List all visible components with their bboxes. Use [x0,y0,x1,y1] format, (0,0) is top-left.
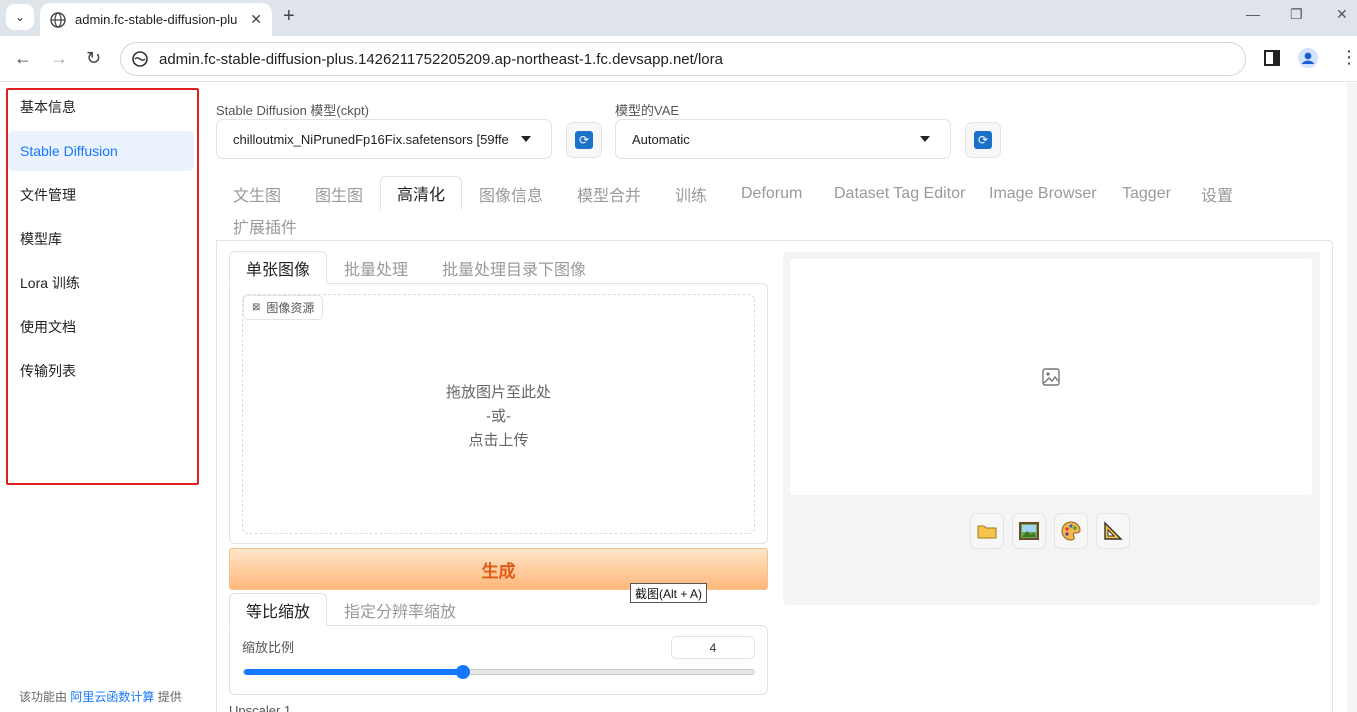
left-sidebar: 基本信息 Stable Diffusion 文件管理 模型库 Lora 训练 使… [0,83,204,712]
output-image [790,259,1312,495]
tab-tagger[interactable]: Tagger [1122,177,1171,210]
vae-label: 模型的VAE [615,103,680,118]
tab-txt2img[interactable]: 文生图 [233,177,281,210]
close-window-icon[interactable]: ✕ [1336,6,1348,23]
image-placeholder-icon [1042,368,1060,386]
single-image-panel: ⊠ 图像资源 拖放图片至此处 -或- 点击上传 [229,283,768,544]
subtab-scale-by[interactable]: 等比缩放 [229,593,328,626]
subtab-batch[interactable]: 批量处理 [344,251,408,284]
image-icon [1019,522,1039,540]
screenshot-tooltip: 截图(Alt + A) [630,583,708,603]
url-bar[interactable]: admin.fc-stable-diffusion-plus.142621175… [120,42,1246,76]
sidebar-footer: 该功能由 阿里云函数计算 提供 [19,688,182,705]
upscaler-label: Upscaler 1 [229,703,292,712]
sidebar-item-lora-training[interactable]: Lora 训练 [8,263,194,303]
image-dropzone[interactable]: ⊠ 图像资源 拖放图片至此处 -或- 点击上传 [242,294,755,534]
sidebar-item-label: 基本信息 [20,99,76,115]
browser-tab-strip: ⌄ admin.fc-stable-diffusion-plu ✕ + — ❐ … [0,0,1357,36]
send-to-img2img-button[interactable] [1012,513,1046,549]
tab-checkpoint-merger[interactable]: 模型合并 [577,177,641,210]
ruler-icon [1104,521,1123,540]
sidebar-item-stable-diffusion[interactable]: Stable Diffusion [8,131,194,171]
address-bar-row: ← → ↻ admin.fc-stable-diffusion-plus.142… [0,36,1357,82]
scrollbar[interactable] [1347,83,1357,712]
tab-png-info[interactable]: 图像信息 [479,177,543,210]
sidebar-item-label: 使用文档 [20,319,76,335]
more-menu-icon[interactable]: ⋮ [1340,47,1357,68]
image-source-label: ⊠ 图像资源 [243,295,324,320]
drop-text-3: 点击上传 [468,432,529,449]
scale-label: 缩放比例 [242,640,295,655]
close-tab-icon[interactable]: ✕ [250,11,262,28]
url-text: admin.fc-stable-diffusion-plus.142621175… [159,50,723,68]
sidebar-item-docs[interactable]: 使用文档 [8,307,194,347]
scale-number-input[interactable]: 4 [671,636,755,659]
footer-prefix: 该功能由 [19,690,68,704]
refresh-icon: ⟳ [974,131,992,149]
sidebar-item-label: 模型库 [20,231,62,247]
refresh-icon: ⟳ [575,131,593,149]
tab-image-browser[interactable]: Image Browser [989,177,1097,210]
site-info-icon[interactable] [131,50,149,68]
sidebar-item-label: 文件管理 [20,187,76,203]
sidebar-item-label: 传输列表 [20,363,76,379]
folder-icon [977,525,997,539]
tab-search-button[interactable]: ⌄ [6,4,34,30]
scale-slider[interactable] [243,665,755,679]
tab-img2img[interactable]: 图生图 [315,177,363,210]
back-arrow-icon[interactable]: ← [14,48,32,69]
drop-text-1: 拖放图片至此处 [445,384,551,401]
tab-train[interactable]: 训练 [675,177,707,210]
ckpt-label: Stable Diffusion 模型(ckpt) [216,103,369,118]
chevron-down-icon: ⌄ [14,10,26,24]
tab-extras[interactable]: 高清化 [380,176,463,210]
reload-icon[interactable]: ↻ [86,48,101,69]
open-folder-button[interactable] [970,513,1004,549]
profile-avatar-icon[interactable] [1298,48,1318,68]
chevron-down-icon [521,136,531,142]
sidebar-item-file-management[interactable]: 文件管理 [8,175,194,215]
vae-select[interactable]: Automatic [615,119,951,159]
restore-icon[interactable]: ❐ [1290,6,1303,23]
output-panel [783,252,1320,605]
sidebar-item-label: Lora 训练 [20,275,80,291]
subtab-single-image[interactable]: 单张图像 [229,251,328,284]
new-tab-icon[interactable]: + [283,5,295,28]
refresh-vae-button[interactable]: ⟳ [965,122,1001,158]
sidebar-item-transfer-list[interactable]: 传输列表 [8,351,194,391]
subtab-batch-dir[interactable]: 批量处理目录下图像 [442,251,586,284]
tab-extensions[interactable]: 扩展插件 [233,209,297,242]
sidebar-item-model-library[interactable]: 模型库 [8,219,194,259]
globe-icon [50,11,66,28]
refresh-ckpt-button[interactable]: ⟳ [566,122,602,158]
tab-title: admin.fc-stable-diffusion-plu [75,12,238,27]
subtab-scale-to[interactable]: 指定分辨率缩放 [344,593,456,626]
chevron-down-icon [920,136,930,142]
main-content: Stable Diffusion 模型(ckpt) chilloutmix_Ni… [204,83,1357,712]
sidebar-item-basic-info[interactable]: 基本信息 [8,87,194,127]
minimize-icon[interactable]: — [1246,6,1260,22]
vae-value: Automatic [632,131,690,147]
sidebar-item-label: Stable Diffusion [20,143,118,159]
send-to-extras-button[interactable] [1096,513,1130,549]
sidebar-toggle-icon[interactable] [1264,50,1280,66]
ckpt-select[interactable]: chilloutmix_NiPrunedFp16Fix.safetensors … [216,119,552,159]
image-icon: ⊠ [252,302,261,313]
tab-deforum[interactable]: Deforum [741,177,802,210]
forward-arrow-icon[interactable]: → [50,48,68,69]
tab-settings[interactable]: 设置 [1201,177,1233,210]
slider-fill [244,669,464,675]
ckpt-value: chilloutmix_NiPrunedFp16Fix.safetensors … [233,131,509,147]
tab-dataset-tag-editor[interactable]: Dataset Tag Editor [834,177,965,210]
footer-suffix: 提供 [157,690,182,704]
browser-tab-active[interactable]: admin.fc-stable-diffusion-plu ✕ [40,3,272,36]
palette-icon [1061,521,1081,541]
aliyun-fc-link[interactable]: 阿里云函数计算 [70,690,154,704]
send-to-inpaint-button[interactable] [1054,513,1088,549]
drop-text-2: -或- [486,408,511,425]
